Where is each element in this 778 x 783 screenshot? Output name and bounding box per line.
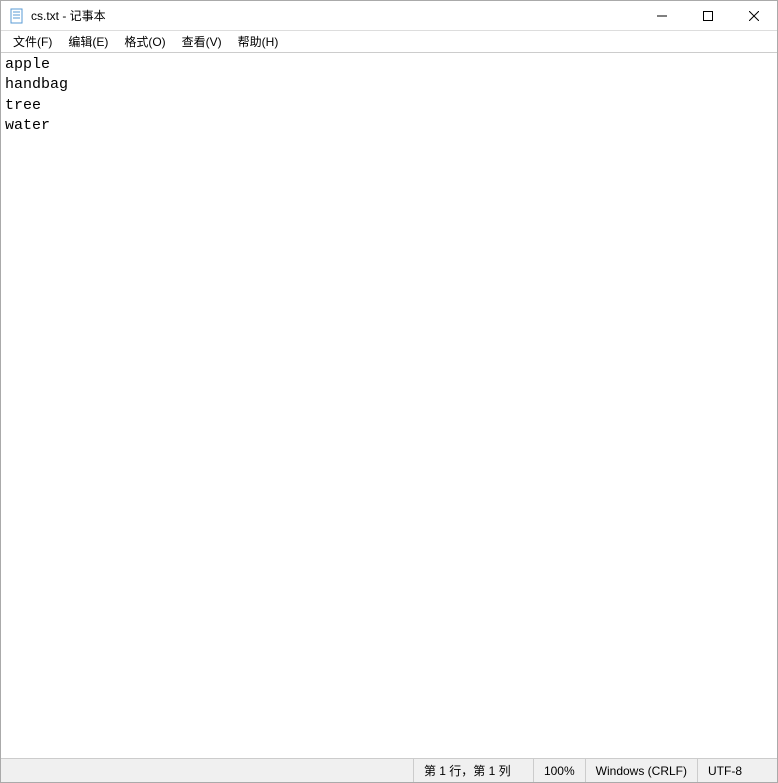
menu-view[interactable]: 查看(V) bbox=[174, 31, 230, 52]
status-line-ending: Windows (CRLF) bbox=[585, 759, 697, 782]
status-encoding: UTF-8 bbox=[697, 759, 777, 782]
titlebar[interactable]: cs.txt - 记事本 bbox=[1, 1, 777, 31]
menu-edit[interactable]: 编辑(E) bbox=[60, 31, 116, 52]
window-title: cs.txt - 记事本 bbox=[31, 7, 106, 24]
window-controls bbox=[639, 1, 777, 30]
maximize-button[interactable] bbox=[685, 1, 731, 30]
notepad-icon bbox=[9, 8, 25, 24]
close-button[interactable] bbox=[731, 1, 777, 30]
minimize-button[interactable] bbox=[639, 1, 685, 30]
menubar: 文件(F) 编辑(E) 格式(O) 查看(V) 帮助(H) bbox=[1, 31, 777, 53]
status-spacer bbox=[1, 759, 413, 782]
statusbar: 第 1 行，第 1 列 100% Windows (CRLF) UTF-8 bbox=[1, 758, 777, 782]
menu-help[interactable]: 帮助(H) bbox=[230, 31, 287, 52]
menu-file[interactable]: 文件(F) bbox=[5, 31, 60, 52]
status-cursor-position: 第 1 行，第 1 列 bbox=[413, 759, 533, 782]
menu-format[interactable]: 格式(O) bbox=[116, 31, 173, 52]
status-zoom: 100% bbox=[533, 759, 585, 782]
text-editor-area[interactable]: apple handbag tree water bbox=[1, 53, 777, 758]
